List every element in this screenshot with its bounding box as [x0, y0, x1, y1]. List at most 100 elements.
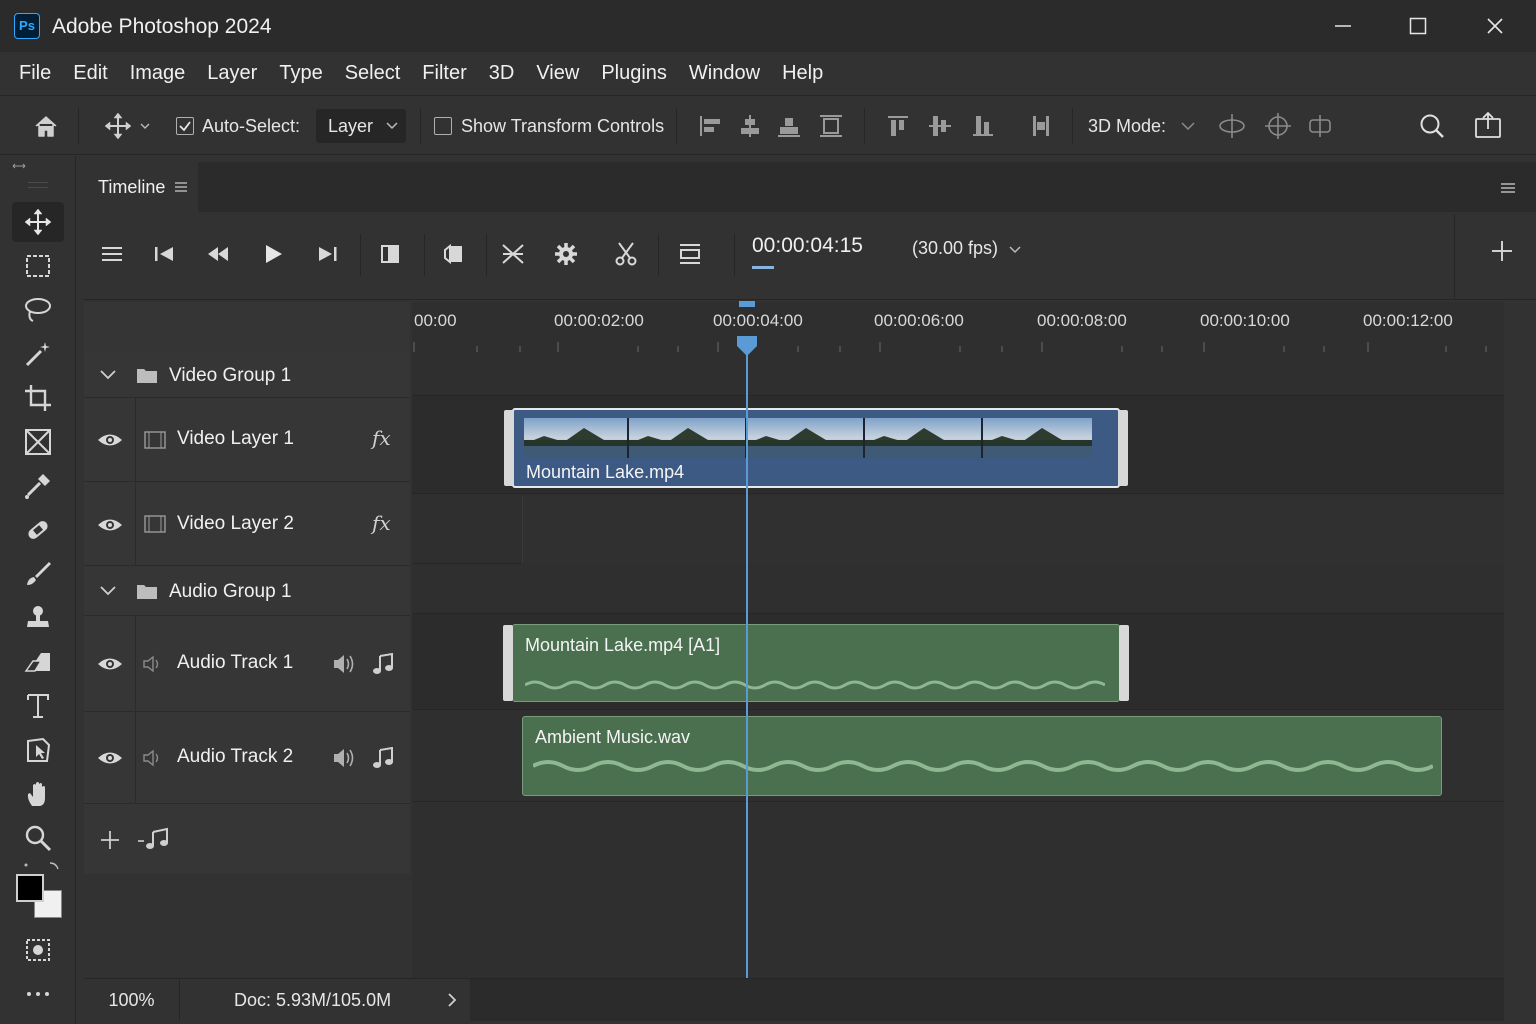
show-transform-checkbox[interactable]: [434, 117, 452, 135]
align-left-edges-button[interactable]: [694, 110, 726, 142]
tool-preset-dropdown[interactable]: [136, 110, 154, 142]
auto-select-checkbox[interactable]: [176, 117, 194, 135]
edit-toolbar-button[interactable]: [12, 974, 64, 1014]
menu-plugins[interactable]: Plugins: [590, 62, 678, 85]
split-at-playhead-button[interactable]: [606, 234, 646, 274]
visibility-toggle[interactable]: [96, 652, 124, 676]
distribute-button[interactable]: [815, 110, 847, 142]
eraser-tool[interactable]: [12, 642, 64, 682]
clip-trim-handle-left[interactable]: [503, 625, 513, 701]
layer-row-video-2[interactable]: Video Layer 2 fx: [84, 482, 410, 566]
group-row-audio[interactable]: Audio Group 1: [84, 566, 410, 616]
tab-timeline[interactable]: Timeline: [84, 162, 198, 212]
zoom-level[interactable]: 100%: [84, 979, 180, 1021]
crop-tool[interactable]: [12, 378, 64, 418]
add-video-track-button[interactable]: [98, 828, 122, 852]
auto-select-toggle[interactable]: Auto-Select:: [176, 96, 300, 156]
clip-trim-handle-right[interactable]: [1118, 410, 1128, 486]
orbit-3d-button[interactable]: [1216, 110, 1248, 142]
add-audio-track-button[interactable]: [136, 826, 172, 852]
zoom-tool[interactable]: [12, 818, 64, 858]
current-time-display[interactable]: 00:00:04:15: [752, 234, 863, 258]
volume-icon[interactable]: [332, 653, 358, 675]
menu-file[interactable]: File: [8, 62, 62, 85]
rectangular-marquee-tool[interactable]: [12, 246, 64, 286]
playhead-marker[interactable]: [735, 301, 759, 331]
quick-mask-button[interactable]: [12, 930, 64, 970]
home-button[interactable]: [30, 110, 62, 142]
transition-button[interactable]: [493, 234, 533, 274]
audio-clip[interactable]: Mountain Lake.mp4 [A1]: [503, 624, 1129, 702]
maximize-button[interactable]: [1381, 0, 1455, 52]
clip-trim-handle-left[interactable]: [504, 410, 514, 486]
layer-row-video-1[interactable]: Video Layer 1 fx: [84, 398, 410, 482]
frame-tool[interactable]: [12, 422, 64, 462]
eyedropper-tool[interactable]: [12, 466, 64, 506]
menu-select[interactable]: Select: [334, 62, 412, 85]
menu-view[interactable]: View: [525, 62, 590, 85]
healing-brush-tool[interactable]: [12, 510, 64, 550]
menu-filter[interactable]: Filter: [411, 62, 477, 85]
menu-image[interactable]: Image: [119, 62, 197, 85]
distribute-spacing-button[interactable]: [1025, 110, 1057, 142]
play-button[interactable]: [253, 234, 293, 274]
minimize-button[interactable]: [1306, 0, 1380, 52]
previous-frame-button[interactable]: [198, 234, 238, 274]
slide-3d-button[interactable]: [1304, 110, 1336, 142]
timeline-settings-button[interactable]: [546, 234, 586, 274]
menu-type[interactable]: Type: [268, 62, 333, 85]
pan-3d-button[interactable]: [1262, 110, 1294, 142]
clone-stamp-tool[interactable]: [12, 598, 64, 638]
group-row-video[interactable]: Video Group 1: [84, 352, 410, 398]
brush-tool[interactable]: [12, 554, 64, 594]
align-horizontal-centers-button[interactable]: [734, 110, 766, 142]
menu-3d[interactable]: 3D: [478, 62, 526, 85]
add-media-button[interactable]: [1487, 236, 1517, 266]
convert-frame-animation-button[interactable]: [670, 234, 710, 274]
next-frame-button[interactable]: [308, 234, 348, 274]
visibility-toggle[interactable]: [96, 513, 124, 537]
layer-row-audio-1[interactable]: Audio Track 1: [84, 616, 410, 712]
volume-icon[interactable]: [332, 747, 358, 769]
go-to-first-frame-button[interactable]: [144, 234, 184, 274]
status-info-menu[interactable]: [440, 987, 464, 1013]
fx-icon[interactable]: fx: [372, 426, 391, 450]
toggle-audio-button[interactable]: [370, 234, 410, 274]
menu-help[interactable]: Help: [771, 62, 834, 85]
music-note-icon[interactable]: [372, 747, 394, 769]
move-tool[interactable]: [12, 202, 64, 242]
foreground-color-swatch[interactable]: [16, 874, 44, 902]
visibility-toggle[interactable]: [96, 428, 124, 452]
clip-trim-handle-right[interactable]: [1119, 625, 1129, 701]
align-top-button[interactable]: [882, 110, 914, 142]
path-selection-tool[interactable]: [12, 730, 64, 770]
menu-layer[interactable]: Layer: [196, 62, 268, 85]
menu-edit[interactable]: Edit: [62, 62, 118, 85]
type-tool[interactable]: [12, 686, 64, 726]
menu-window[interactable]: Window: [678, 62, 771, 85]
audio-clip[interactable]: Ambient Music.wav: [522, 716, 1442, 796]
magic-wand-tool[interactable]: [12, 334, 64, 374]
frame-rate-dropdown[interactable]: (30.00 fps): [912, 238, 1021, 259]
search-button[interactable]: [1416, 110, 1448, 142]
align-vertical-centers-button[interactable]: [924, 110, 956, 142]
close-button[interactable]: [1458, 0, 1532, 52]
panel-menu-button[interactable]: [1496, 178, 1520, 198]
hand-tool[interactable]: [12, 774, 64, 814]
playhead-line[interactable]: [746, 346, 748, 978]
render-video-button[interactable]: [434, 234, 474, 274]
toolbar-grip[interactable]: [28, 182, 48, 188]
share-button[interactable]: [1472, 110, 1504, 142]
music-note-icon[interactable]: [372, 653, 394, 675]
align-bottom-button[interactable]: [967, 110, 999, 142]
move-tool-preset-button[interactable]: [102, 110, 134, 142]
auto-select-target-dropdown[interactable]: Layer: [316, 109, 406, 143]
timeline-menu-button[interactable]: [92, 234, 132, 274]
show-transform-controls-toggle[interactable]: Show Transform Controls: [434, 96, 664, 156]
lasso-tool[interactable]: [12, 290, 64, 330]
layer-row-audio-2[interactable]: Audio Track 2: [84, 712, 410, 804]
visibility-toggle[interactable]: [96, 746, 124, 770]
mode-3d-dropdown[interactable]: [1174, 110, 1202, 142]
fx-icon[interactable]: fx: [372, 511, 391, 535]
video-clip[interactable]: Mountain Lake.mp4: [504, 408, 1128, 488]
